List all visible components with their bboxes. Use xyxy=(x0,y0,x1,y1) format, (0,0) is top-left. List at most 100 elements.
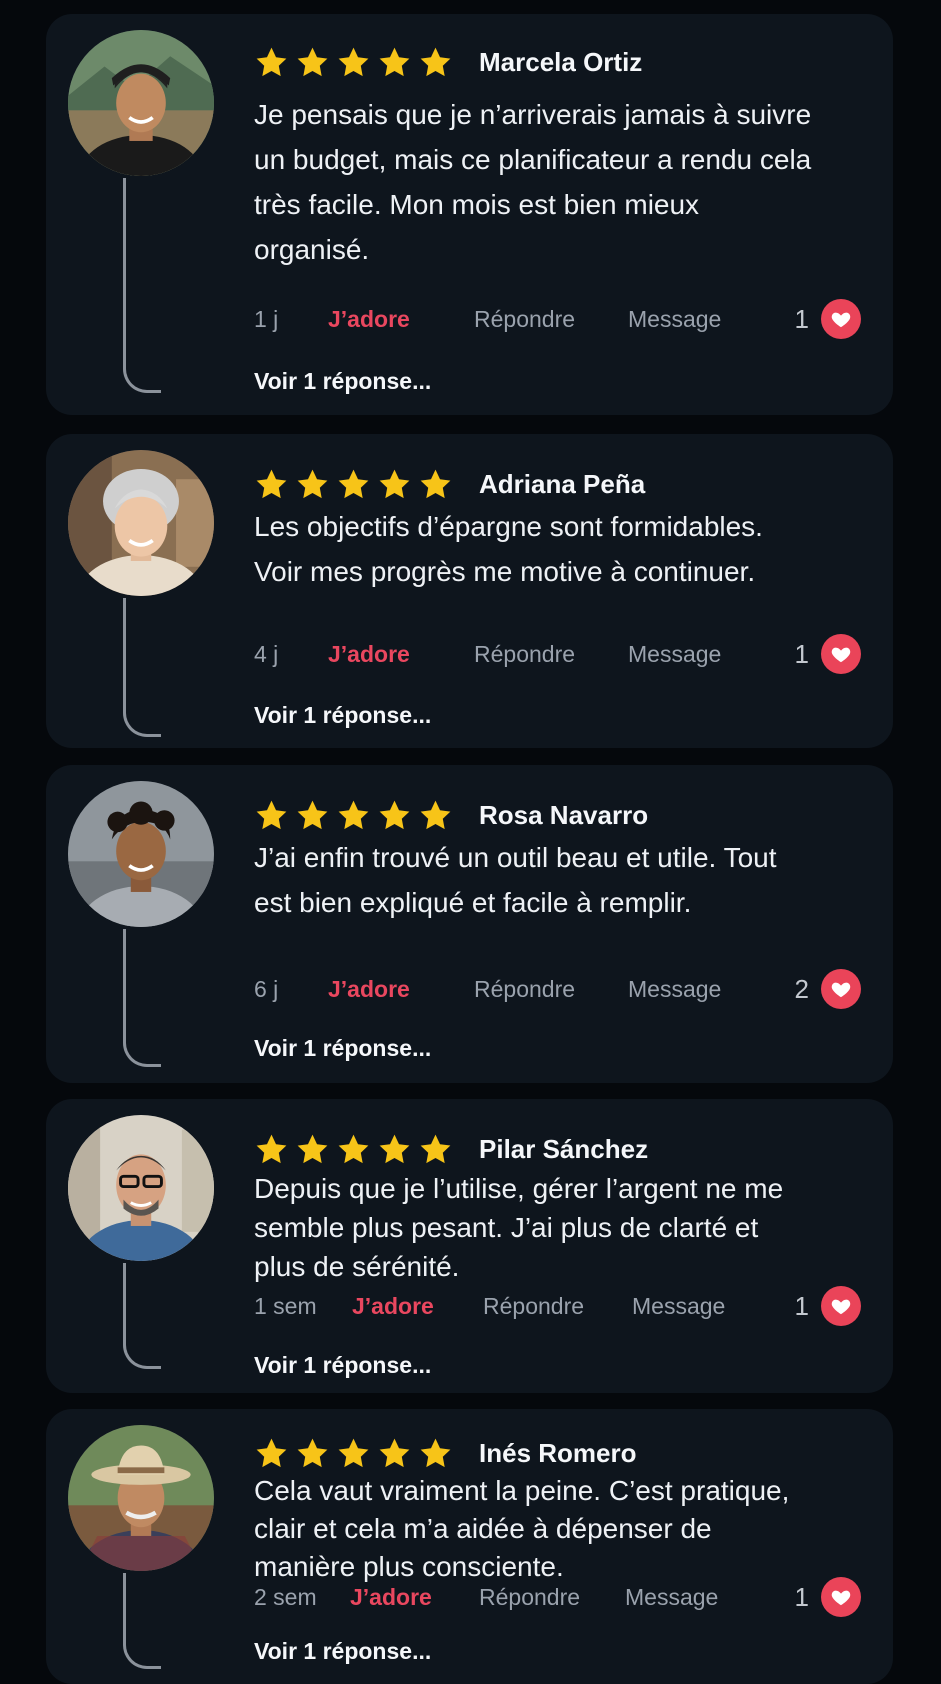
star-icon xyxy=(295,1436,330,1471)
heart-like-button[interactable] xyxy=(821,1577,861,1617)
star-rating xyxy=(254,798,453,833)
view-replies-link[interactable]: Voir 1 réponse... xyxy=(254,1352,431,1379)
review-header: Inés Romero xyxy=(254,1433,637,1473)
action-bar: 1 j J’adore Répondre Message 1 xyxy=(254,298,861,340)
message-button[interactable]: Message xyxy=(628,306,721,333)
review-header: Pilar Sánchez xyxy=(254,1129,648,1169)
review-text: Les objectifs d’épargne sont formidables… xyxy=(254,511,763,587)
like-count: 1 xyxy=(794,1581,809,1612)
avatar[interactable] xyxy=(68,1115,214,1261)
star-icon xyxy=(377,45,412,80)
review-card: Adriana Peña Les objectifs d’épargne son… xyxy=(46,434,893,748)
star-icon xyxy=(377,798,412,833)
thread-line xyxy=(123,178,161,393)
star-icon xyxy=(418,45,453,80)
timestamp: 1 j xyxy=(254,305,279,332)
love-button[interactable]: J’adore xyxy=(328,976,474,1003)
reply-button[interactable]: Répondre xyxy=(483,1293,632,1320)
timestamp: 1 sem xyxy=(254,1292,317,1319)
like-count: 1 xyxy=(794,638,809,669)
avatar-photo xyxy=(68,450,214,596)
star-icon xyxy=(336,798,371,833)
avatar[interactable] xyxy=(68,781,214,927)
star-icon xyxy=(418,798,453,833)
star-icon xyxy=(295,45,330,80)
star-icon xyxy=(418,1132,453,1167)
avatar-photo xyxy=(68,1115,214,1261)
message-button[interactable]: Message xyxy=(632,1293,725,1320)
love-button[interactable]: J’adore xyxy=(350,1584,479,1611)
view-replies-link[interactable]: Voir 1 réponse... xyxy=(254,702,431,729)
view-replies-link[interactable]: Voir 1 réponse... xyxy=(254,368,431,395)
like-count: 1 xyxy=(794,1290,809,1321)
reply-button[interactable]: Répondre xyxy=(479,1584,625,1611)
star-icon xyxy=(336,1132,371,1167)
heart-icon xyxy=(831,982,851,998)
avatar[interactable] xyxy=(68,1425,214,1571)
heart-like-button[interactable] xyxy=(821,969,861,1009)
avatar[interactable] xyxy=(68,450,214,596)
avatar-photo xyxy=(68,781,214,927)
star-icon xyxy=(254,1132,289,1167)
star-rating xyxy=(254,45,453,80)
review-header: Rosa Navarro xyxy=(254,795,648,835)
star-icon xyxy=(295,467,330,502)
heart-like-button[interactable] xyxy=(821,634,861,674)
star-rating xyxy=(254,1436,453,1471)
message-button[interactable]: Message xyxy=(628,641,721,668)
love-button[interactable]: J’adore xyxy=(328,306,474,333)
review-card: Rosa Navarro J’ai enfin trouvé un outil … xyxy=(46,765,893,1083)
star-rating xyxy=(254,1132,453,1167)
reviewer-name: Pilar Sánchez xyxy=(479,1133,649,1164)
heart-icon xyxy=(831,312,851,328)
reply-button[interactable]: Répondre xyxy=(474,306,628,333)
avatar-photo xyxy=(68,1425,214,1571)
review-text: J’ai enfin trouvé un outil beau et utile… xyxy=(254,842,777,918)
review-text: Je pensais que je n’arriverais jamais à … xyxy=(254,99,812,265)
star-icon xyxy=(336,467,371,502)
action-bar: 6 j J’adore Répondre Message 2 xyxy=(254,968,861,1010)
like-count: 2 xyxy=(794,973,809,1004)
star-icon xyxy=(254,467,289,502)
action-bar: 2 sem J’adore Répondre Message 1 xyxy=(254,1576,861,1618)
love-button[interactable]: J’adore xyxy=(352,1293,483,1320)
review-card: Inés Romero Cela vaut vraiment la peine.… xyxy=(46,1409,893,1684)
view-replies-link[interactable]: Voir 1 réponse... xyxy=(254,1035,431,1062)
heart-like-button[interactable] xyxy=(821,299,861,339)
star-icon xyxy=(295,798,330,833)
timestamp: 6 j xyxy=(254,975,279,1002)
star-icon xyxy=(254,798,289,833)
star-icon xyxy=(377,1436,412,1471)
timestamp: 4 j xyxy=(254,640,279,667)
reply-button[interactable]: Répondre xyxy=(474,976,628,1003)
heart-icon xyxy=(831,647,851,663)
star-icon xyxy=(254,45,289,80)
review-card: Marcela Ortiz Je pensais que je n’arrive… xyxy=(46,14,893,415)
love-button[interactable]: J’adore xyxy=(328,641,474,668)
star-rating xyxy=(254,467,453,502)
star-icon xyxy=(254,1436,289,1471)
like-count: 1 xyxy=(794,303,809,334)
action-bar: 4 j J’adore Répondre Message 1 xyxy=(254,633,861,675)
heart-icon xyxy=(831,1299,851,1315)
reviewer-name: Rosa Navarro xyxy=(479,799,649,830)
star-icon xyxy=(418,467,453,502)
star-icon xyxy=(336,1436,371,1471)
message-button[interactable]: Message xyxy=(628,976,721,1003)
heart-like-button[interactable] xyxy=(821,1286,861,1326)
star-icon xyxy=(377,1132,412,1167)
avatar-photo xyxy=(68,30,214,176)
message-button[interactable]: Message xyxy=(625,1584,718,1611)
action-bar: 1 sem J’adore Répondre Message 1 xyxy=(254,1285,861,1327)
view-replies-link[interactable]: Voir 1 réponse... xyxy=(254,1638,431,1665)
avatar[interactable] xyxy=(68,30,214,176)
thread-line xyxy=(123,929,161,1067)
reviewer-name: Inés Romero xyxy=(479,1437,637,1468)
review-header: Marcela Ortiz xyxy=(254,42,642,82)
review-card: Pilar Sánchez Depuis que je l’utilise, g… xyxy=(46,1099,893,1393)
review-header: Adriana Peña xyxy=(254,464,645,504)
review-text: Depuis que je l’utilise, gérer l’argent … xyxy=(254,1173,784,1282)
star-icon xyxy=(295,1132,330,1167)
heart-icon xyxy=(831,1590,851,1606)
reply-button[interactable]: Répondre xyxy=(474,641,628,668)
